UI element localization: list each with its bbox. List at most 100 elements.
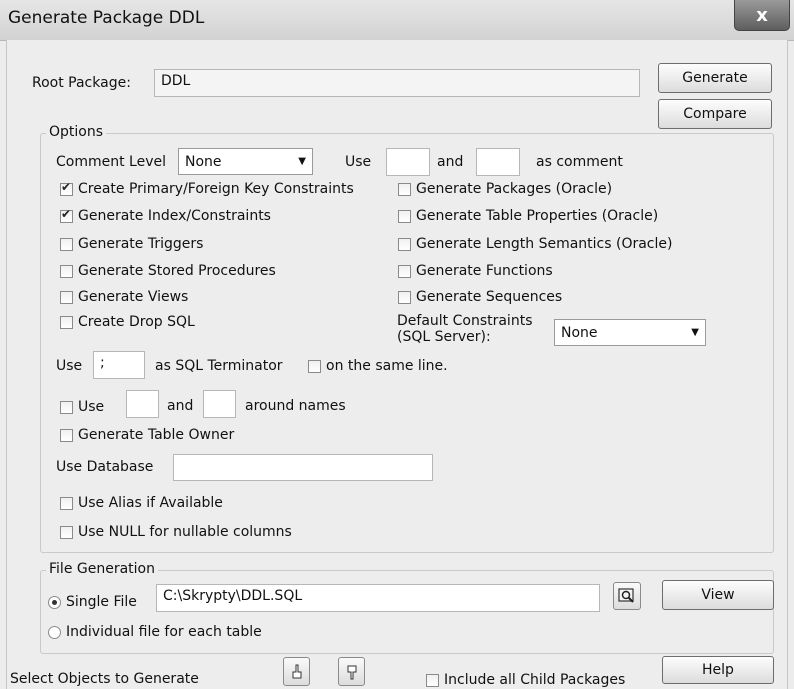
default-constraints-label: Default Constraints (SQL Server): [397,313,532,345]
names-and-label: and [167,398,194,414]
checkbox-label: Generate Stored Procedures [78,263,276,279]
checkbox-label: Use Alias if Available [78,495,223,511]
checkbox-label: Generate Sequences [416,289,563,305]
move-up-button[interactable] [283,657,310,686]
checkbox-create-drop-sql[interactable]: Create Drop SQL [60,314,195,330]
checkbox-box[interactable] [60,400,73,414]
checkbox-box[interactable] [60,207,73,223]
name-suffix-input[interactable] [203,390,236,418]
checkbox-generate-length-semantics-oracle[interactable]: Generate Length Semantics (Oracle) [398,236,672,252]
sql-terminator-label: as SQL Terminator [155,358,283,374]
use-database-label: Use Database [56,459,154,475]
checkbox-generate-index[interactable]: Generate Index/Constraints [60,207,271,224]
checkbox-box[interactable] [60,315,73,329]
compare-button[interactable]: Compare [658,99,772,129]
radio-individual-file[interactable]: Individual file for each table [48,624,262,640]
checkbox-generate-triggers[interactable]: Generate Triggers [60,236,203,252]
file-path-input[interactable]: C:\Skrypty\DDL.SQL [156,584,600,612]
checkbox-box[interactable] [398,237,411,251]
as-comment-label: as comment [536,154,623,170]
checkbox-label: Create Drop SQL [78,314,195,330]
checkbox-label: Generate Index/Constraints [78,208,271,224]
comment-level-value: None [185,153,222,170]
comment-and-label: and [437,154,464,170]
checkbox-generate-table-properties-oracle[interactable]: Generate Table Properties (Oracle) [398,208,658,224]
dropdown-arrow-icon: ▼ [298,156,306,167]
radio-dot[interactable] [48,595,61,609]
default-constraints-value: None [561,324,598,341]
checkbox-generate-functions[interactable]: Generate Functions [398,263,553,279]
radio-dot[interactable] [48,625,61,639]
checkbox-label: Generate Views [78,289,189,305]
checkbox-label: on the same line. [326,358,448,374]
checkbox-box[interactable] [60,237,73,251]
default-constraints-label-line1: Default Constraints [397,313,533,329]
browse-button[interactable] [613,582,641,610]
radio-single-file[interactable]: Single File [48,594,137,610]
checkbox-box[interactable] [60,525,73,539]
checkbox-use-alias[interactable]: Use Alias if Available [60,495,223,511]
checkbox-box[interactable] [398,209,411,223]
checkbox-label: Use [78,399,105,415]
checkbox-label: Include all Child Packages [444,672,626,688]
close-icon: x [756,4,768,26]
checkbox-include-child-packages[interactable]: Include all Child Packages [426,672,625,688]
checkbox-generate-table-owner[interactable]: Generate Table Owner [60,427,234,443]
comment-end-input[interactable] [476,148,520,176]
radio-label: Single File [66,594,137,610]
comment-level-select[interactable]: None ▼ [178,148,313,175]
checkbox-box[interactable] [398,264,411,278]
options-group-title: Options [46,124,107,140]
close-button[interactable]: x [734,0,790,31]
checkbox-box[interactable] [60,264,73,278]
generate-button[interactable]: Generate [658,63,772,93]
checkbox-on-same-line[interactable]: on the same line. [308,358,448,374]
move-down-button[interactable] [338,657,365,686]
checkbox-label: Use NULL for nullable columns [78,524,292,540]
comment-level-label: Comment Level [56,154,166,170]
around-names-label: around names [245,398,346,414]
root-package-value: DDL [161,73,191,89]
dropdown-arrow-icon: ▼ [691,327,699,338]
checkbox-box[interactable] [60,180,73,196]
select-objects-label: Select Objects to Generate [10,671,199,687]
checkbox-generate-sequences[interactable]: Generate Sequences [398,289,562,305]
radio-label: Individual file for each table [66,624,262,640]
root-package-field: DDL [154,69,640,97]
window-title: Generate Package DDL [8,8,205,28]
checkbox-box[interactable] [60,428,73,442]
checkbox-box[interactable] [60,290,73,304]
checkbox-label: Create Primary/Foreign Key Constraints [78,181,354,197]
checkbox-box[interactable] [308,359,321,373]
root-package-label: Root Package: [32,75,131,91]
default-constraints-label-line2: (SQL Server): [397,329,491,345]
name-prefix-input[interactable] [126,390,159,418]
comment-start-input[interactable] [386,148,430,176]
checkbox-generate-packages-oracle[interactable]: Generate Packages (Oracle) [398,181,612,197]
file-path-value: C:\Skrypty\DDL.SQL [163,588,303,604]
checkbox-use-null[interactable]: Use NULL for nullable columns [60,524,292,540]
checkbox-label: Generate Triggers [78,236,204,252]
terminator-use-label: Use [56,358,83,374]
checkbox-generate-stored-procedures[interactable]: Generate Stored Procedures [60,263,276,279]
checkbox-label: Generate Table Owner [78,427,235,443]
checkbox-create-pk-fk[interactable]: Create Primary/Foreign Key Constraints [60,180,354,197]
sql-terminator-input[interactable]: ; [93,351,145,379]
title-bar: Generate Package DDL x [0,0,794,41]
checkbox-box[interactable] [426,673,439,687]
file-generation-group-title: File Generation [46,561,158,577]
comment-use-label: Use [345,154,372,170]
help-button[interactable]: Help [662,656,774,684]
checkbox-label: Generate Functions [416,263,553,279]
checkbox-box[interactable] [398,290,411,304]
checkbox-box[interactable] [60,496,73,510]
default-constraints-select[interactable]: None ▼ [554,319,706,346]
checkbox-generate-views[interactable]: Generate Views [60,289,188,305]
checkbox-label: Generate Length Semantics (Oracle) [416,236,673,252]
view-button[interactable]: View [662,580,774,610]
use-database-input[interactable] [173,454,433,481]
folder-search-icon [618,588,634,603]
checkbox-use-around-names[interactable]: Use [60,399,104,415]
hand-down-icon [347,665,356,679]
checkbox-box[interactable] [398,182,411,196]
